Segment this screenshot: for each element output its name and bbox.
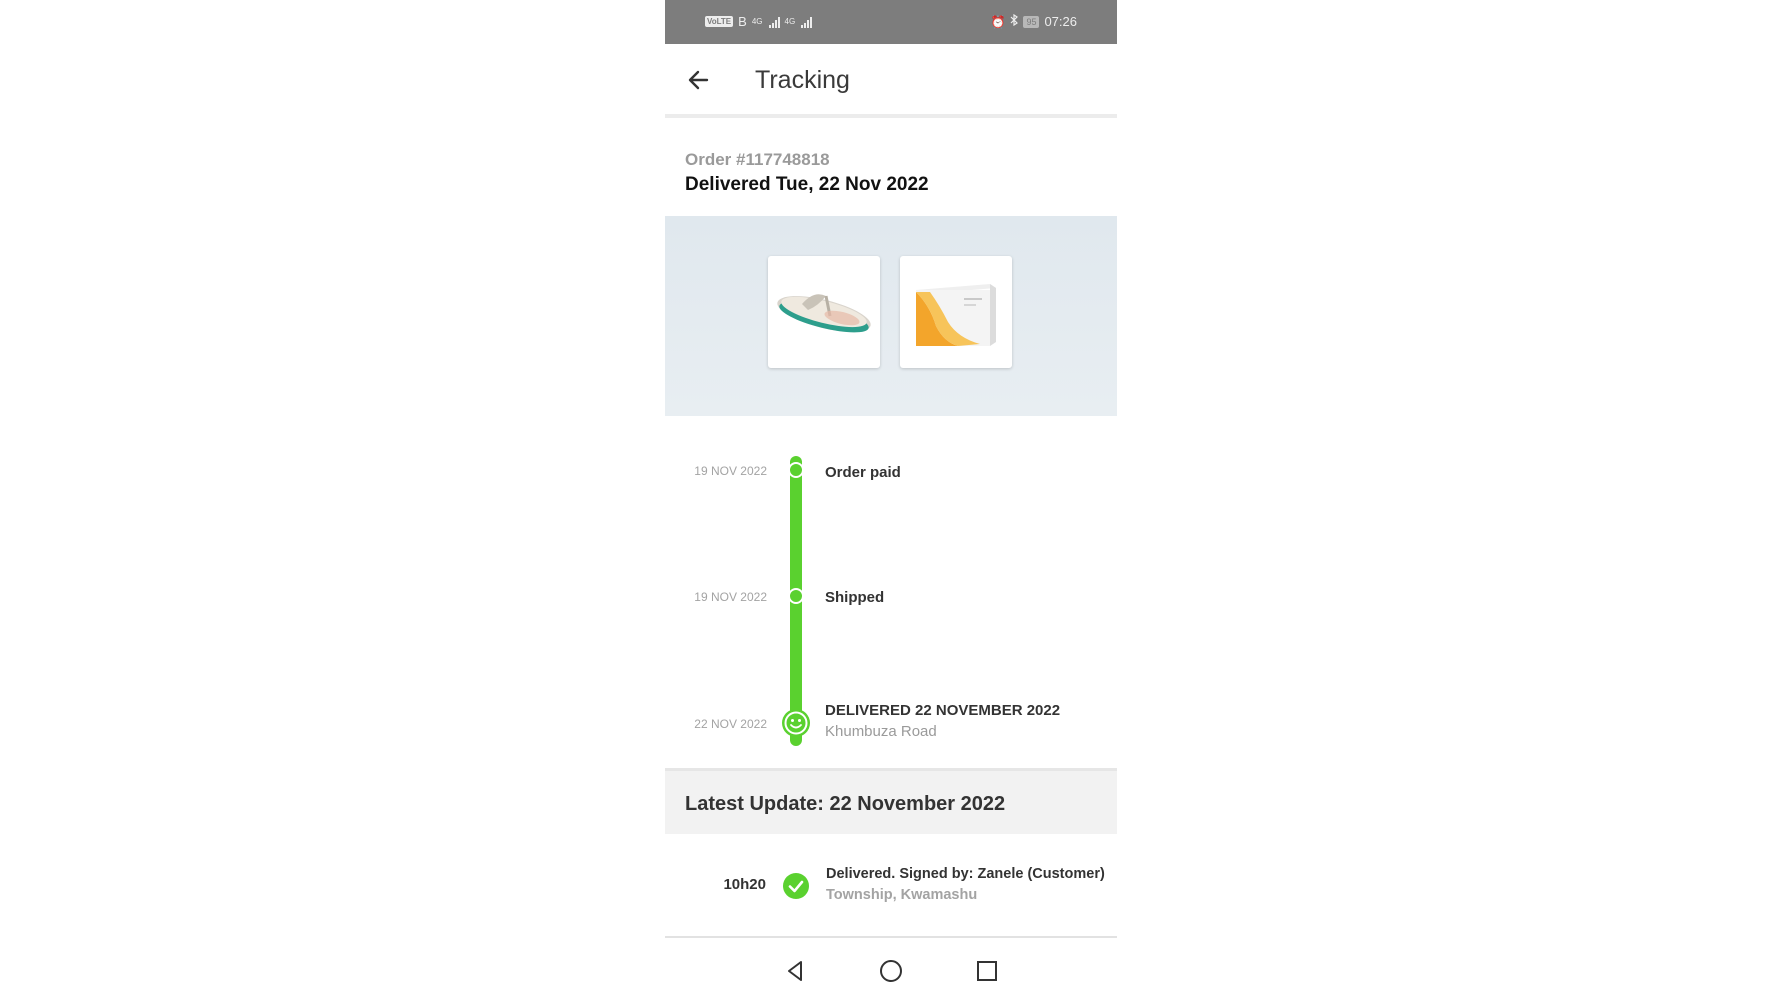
- battery-icon: 95: [1023, 15, 1040, 28]
- nav-recents-button[interactable]: [974, 958, 1000, 984]
- recents-square-icon: [977, 961, 997, 981]
- bluetooth-icon: [1010, 13, 1019, 29]
- update-title: Delivered. Signed by: Zanele (Customer): [826, 866, 1105, 882]
- update-time: 10h20: [723, 876, 766, 893]
- timeline-label-3: DELIVERED 22 NOVEMBER 2022: [825, 702, 1061, 719]
- app-header: Tracking: [665, 44, 1117, 118]
- product-card-sandal[interactable]: [768, 256, 880, 368]
- timeline-dot-2: [788, 588, 804, 604]
- timeline-date-2: 19 NOV 2022: [694, 590, 767, 604]
- volte-badge: VoLTE: [705, 16, 734, 27]
- signal-1-tag: 4G: [751, 17, 763, 26]
- nav-back-button[interactable]: [782, 958, 808, 984]
- status-bar-right: ⏰ 95 07:26: [990, 13, 1077, 29]
- signal-1-icon: [768, 16, 780, 28]
- timeline-label-2: Shipped: [825, 589, 885, 606]
- check-circle-icon: [783, 873, 809, 899]
- signal-2-tag: 4G: [784, 17, 796, 26]
- product-box-image: [916, 284, 996, 346]
- phone-screen: VoLTE B 4G 4G ⏰ 95 07:26 Tracking Order …: [665, 0, 1117, 1000]
- timeline-date-1: 19 NOV 2022: [694, 464, 767, 478]
- order-status: Delivered Tue, 22 Nov 2022: [685, 174, 929, 195]
- alarm-icon: ⏰: [990, 14, 1006, 29]
- back-triangle-icon: [788, 961, 802, 981]
- system-nav-bar: [665, 938, 1117, 1000]
- status-time: 07:26: [1044, 14, 1077, 29]
- order-summary: Order #117748818 Delivered Tue, 22 Nov 2…: [665, 118, 1117, 216]
- nav-home-button[interactable]: [878, 958, 904, 984]
- timeline-date-3: 22 NOV 2022: [694, 717, 767, 731]
- arrow-left-icon: [688, 70, 709, 90]
- timeline-dot-1: [788, 462, 804, 478]
- timeline-label-1: Order paid: [825, 464, 901, 481]
- sandal-image: [777, 294, 871, 333]
- latest-update-entry: 10h20 Delivered. Signed by: Zanele (Cust…: [665, 834, 1117, 938]
- status-bar: VoLTE B 4G 4G ⏰ 95 07:26: [665, 0, 1117, 44]
- page-title: Tracking: [755, 66, 850, 94]
- home-circle-icon: [880, 960, 902, 982]
- product-card-box[interactable]: [900, 256, 1012, 368]
- network-label: B: [738, 14, 747, 29]
- order-number: Order #117748818: [685, 150, 830, 169]
- update-location: Township, Kwamashu: [826, 887, 978, 903]
- delivered-smiley-icon: [782, 709, 810, 737]
- latest-update-header: Latest Update: 22 November 2022: [665, 768, 1117, 837]
- timeline-sub-3: Khumbuza Road: [825, 723, 937, 740]
- status-bar-left: VoLTE B 4G 4G: [705, 14, 813, 29]
- signal-2-icon: [801, 16, 813, 28]
- back-button[interactable]: [685, 66, 713, 94]
- latest-update-heading: Latest Update: 22 November 2022: [685, 793, 1006, 815]
- tracking-timeline: 19 NOV 2022 Order paid 19 NOV 2022 Shipp…: [665, 440, 1117, 770]
- product-images: [665, 216, 1117, 416]
